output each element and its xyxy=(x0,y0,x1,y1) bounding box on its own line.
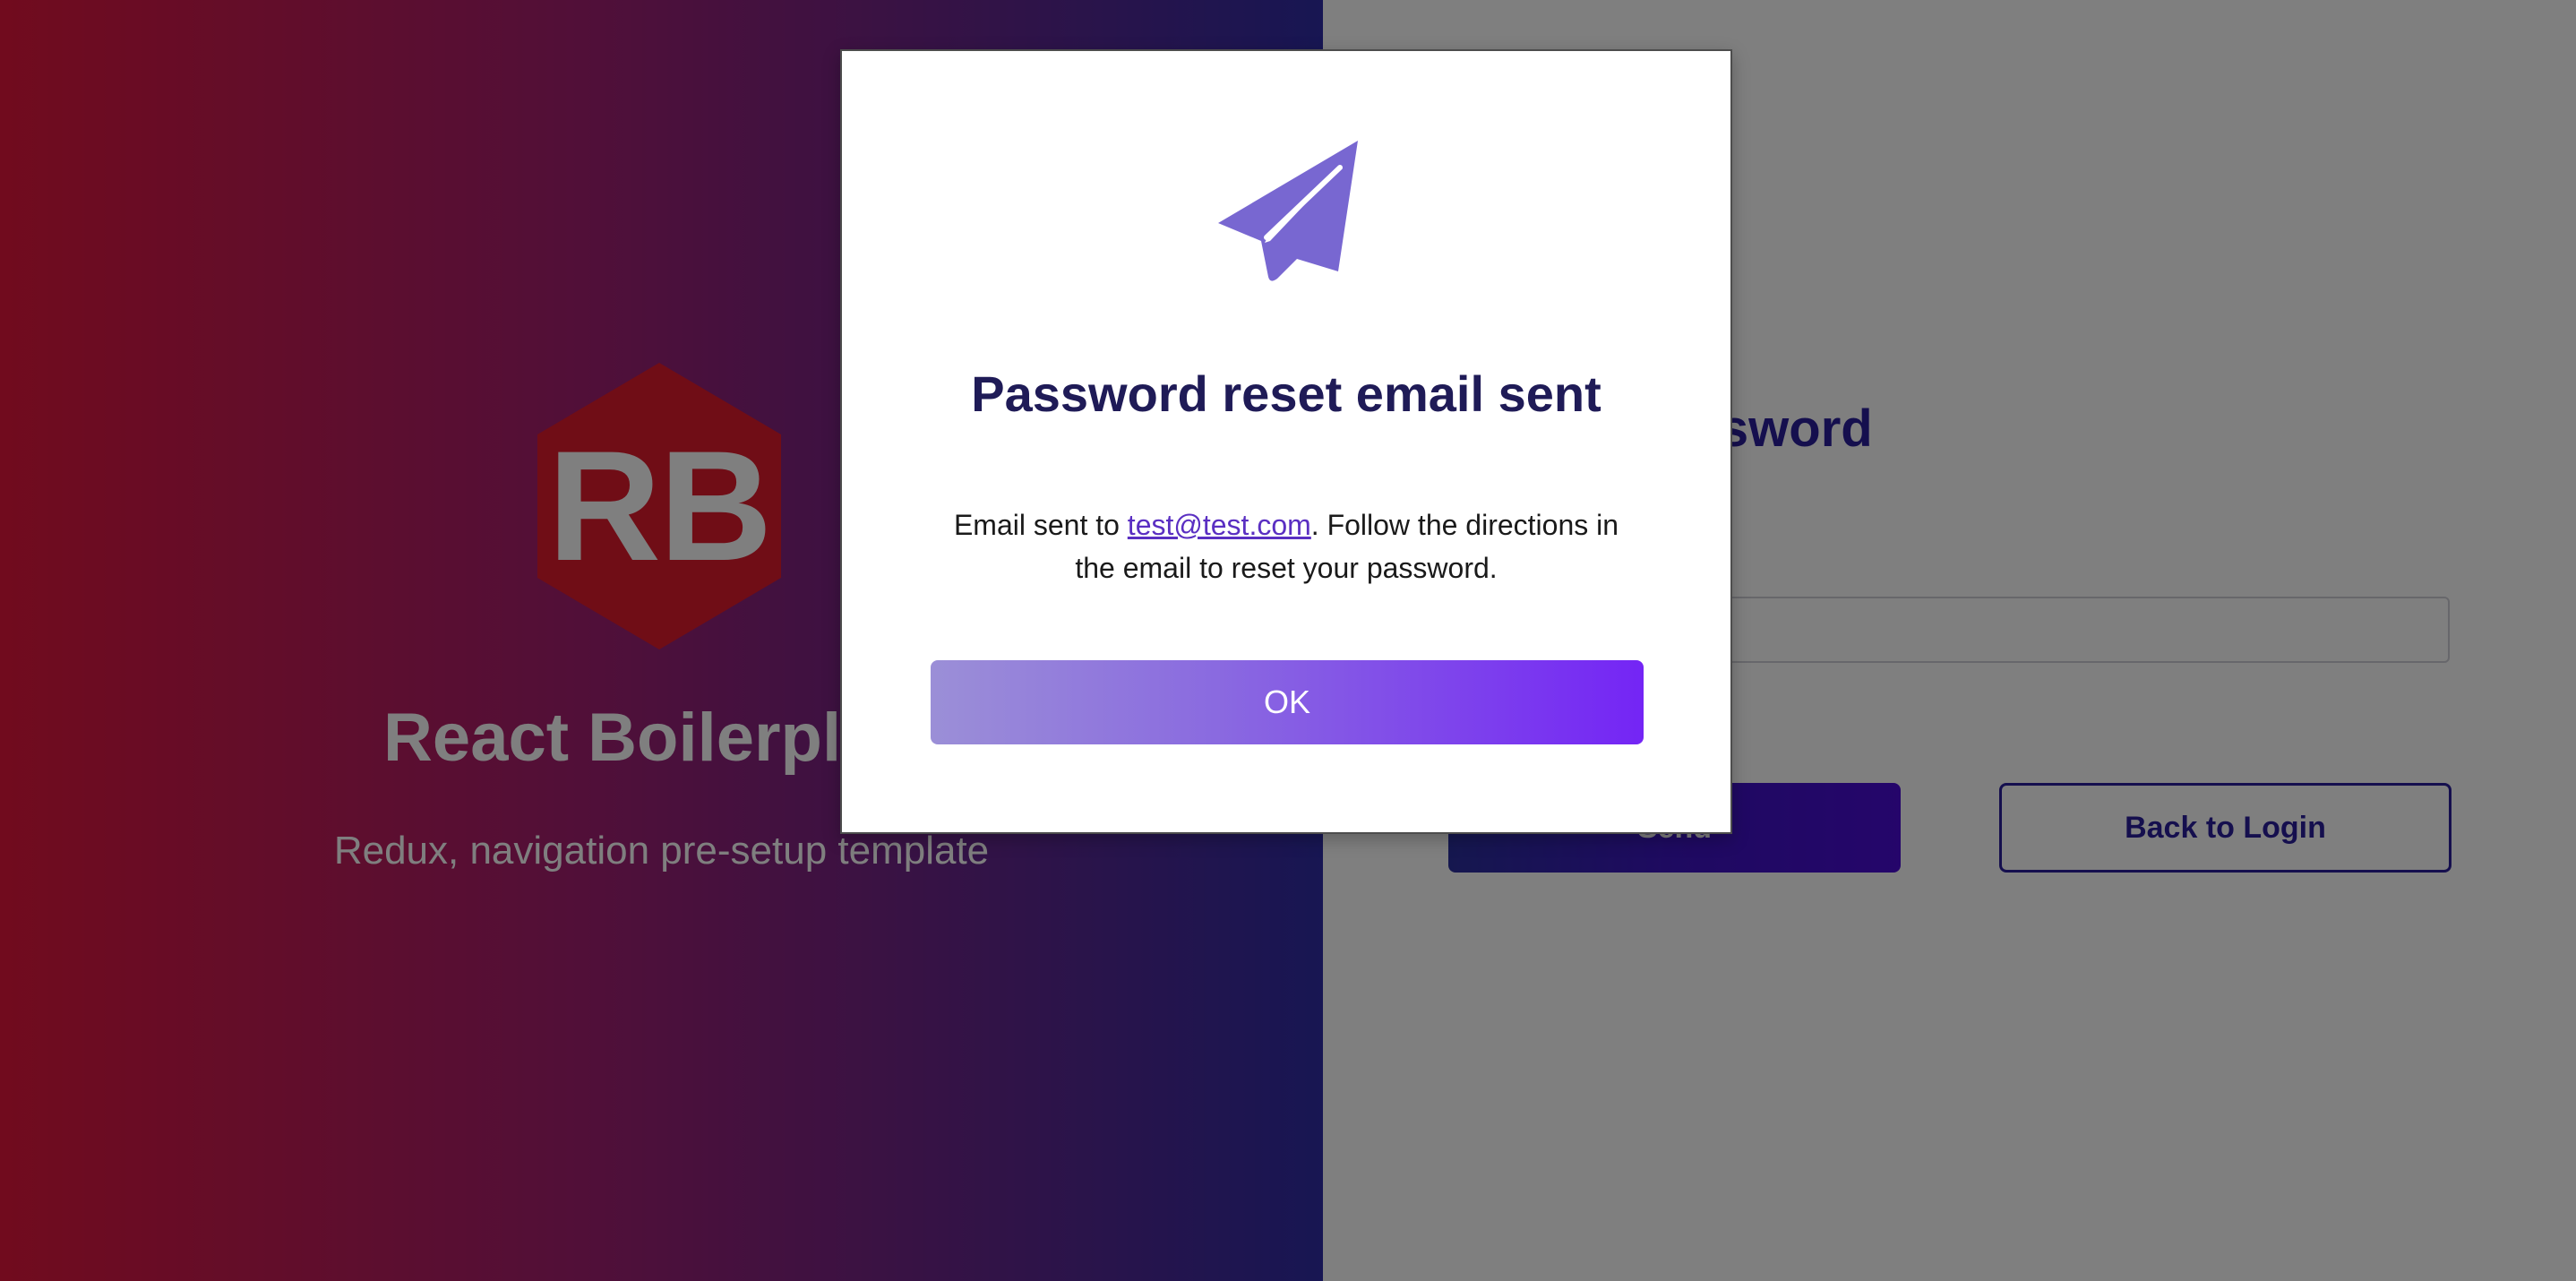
page: RB React Boilerplate Redux, navigation p… xyxy=(0,0,2576,1281)
paper-plane-icon xyxy=(1215,137,1361,284)
modal-message: Email sent to test@test.com. Follow the … xyxy=(932,503,1641,589)
success-modal: Password reset email sent Email sent to … xyxy=(840,49,1732,834)
email-link[interactable]: test@test.com xyxy=(1128,509,1311,541)
ok-button[interactable]: OK xyxy=(931,660,1644,744)
message-prefix: Email sent to xyxy=(953,509,1128,541)
modal-title: Password reset email sent xyxy=(971,365,1601,422)
